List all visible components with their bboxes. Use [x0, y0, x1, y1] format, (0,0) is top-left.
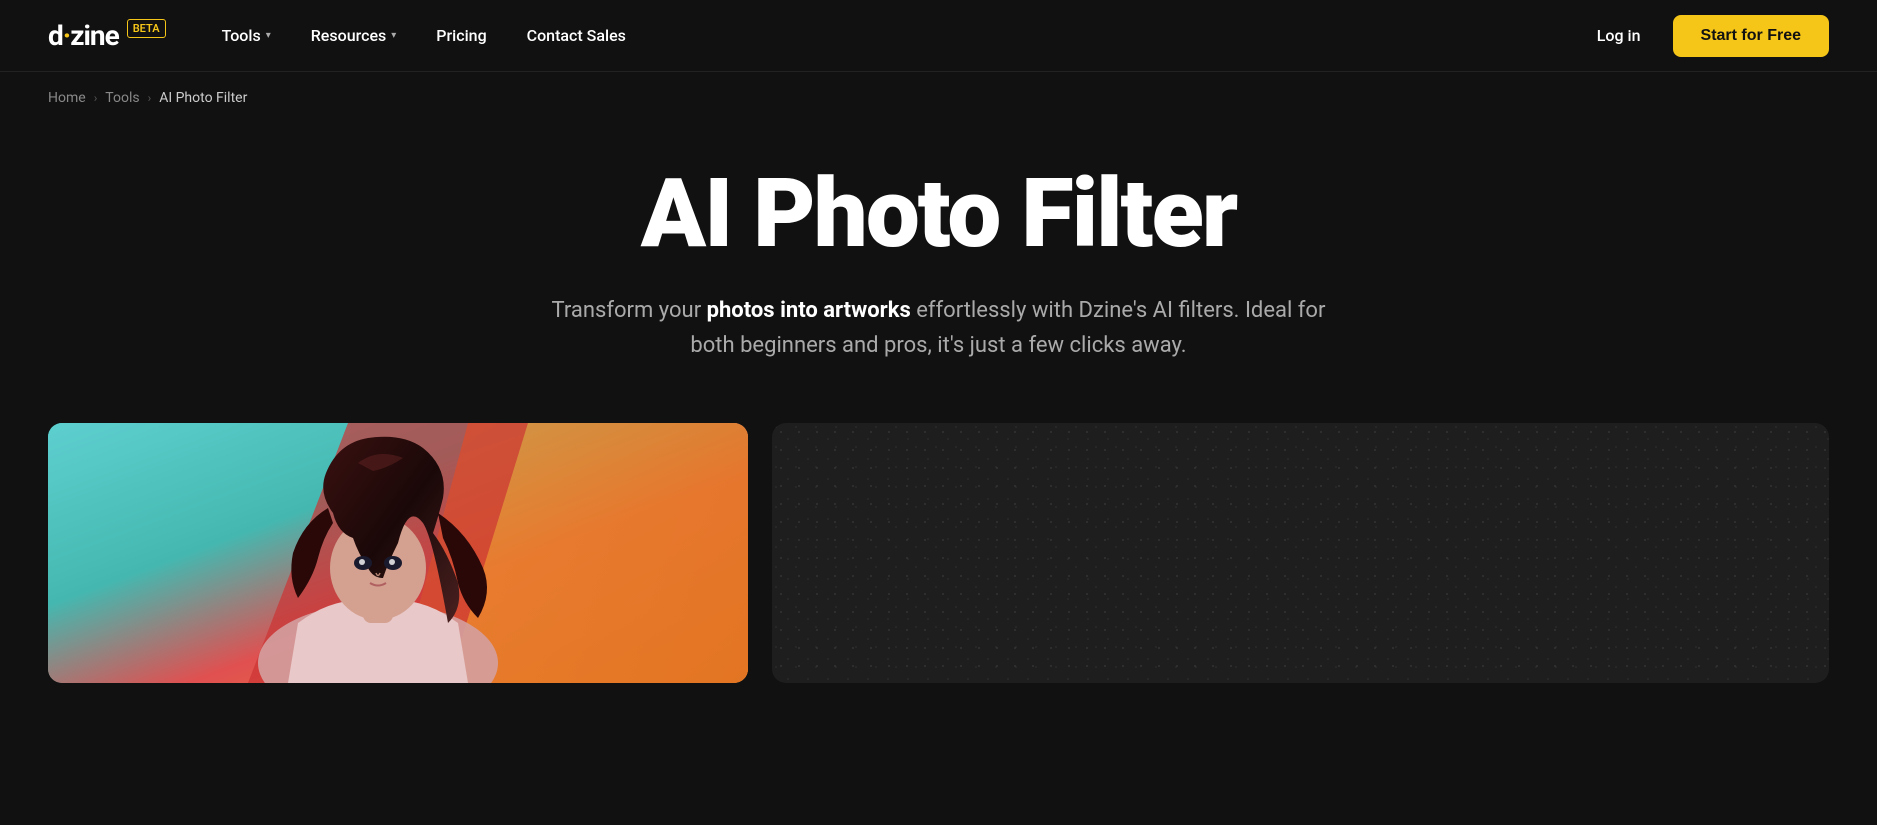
navbar-right: Log in Start for Free [1581, 15, 1829, 57]
nav-pricing-label: Pricing [436, 26, 486, 45]
images-row [0, 423, 1877, 683]
start-for-free-button[interactable]: Start for Free [1673, 15, 1829, 57]
breadcrumb: Home › Tools › AI Photo Filter [0, 72, 1877, 124]
navbar-left: d·zine BETA Tools ▾ Resources ▾ Pricing … [48, 18, 642, 53]
navbar: d·zine BETA Tools ▾ Resources ▾ Pricing … [0, 0, 1877, 72]
login-button[interactable]: Log in [1581, 18, 1657, 53]
dot-grid-background [772, 423, 1829, 683]
hero-section: AI Photo Filter Transform your photos in… [0, 124, 1877, 423]
chevron-down-icon: ▾ [266, 30, 271, 41]
logo-text: d·zine [48, 19, 119, 52]
chevron-right-icon: › [148, 91, 152, 105]
nav-contact-sales-label: Contact Sales [527, 26, 626, 45]
breadcrumb-tools[interactable]: Tools [105, 90, 139, 106]
anime-artwork-image [48, 423, 748, 683]
nav-tools[interactable]: Tools ▾ [206, 18, 287, 53]
nav-links: Tools ▾ Resources ▾ Pricing Contact Sale… [206, 18, 642, 53]
breadcrumb-home[interactable]: Home [48, 90, 86, 106]
hero-subtitle: Transform your photos into artworks effo… [529, 293, 1349, 363]
nav-resources-label: Resources [311, 26, 387, 45]
hero-subtitle-bold: photos into artworks [707, 298, 911, 323]
image-card-left [48, 423, 748, 683]
hero-title: AI Photo Filter [641, 164, 1236, 265]
nav-resources[interactable]: Resources ▾ [295, 18, 413, 53]
nav-tools-label: Tools [222, 26, 261, 45]
hero-subtitle-normal: Transform your [552, 298, 707, 323]
chevron-right-icon: › [94, 91, 98, 105]
nav-contact-sales[interactable]: Contact Sales [511, 18, 642, 53]
beta-badge: BETA [127, 19, 166, 38]
image-card-right [772, 423, 1829, 683]
chevron-down-icon: ▾ [391, 30, 396, 41]
nav-pricing[interactable]: Pricing [420, 18, 502, 53]
breadcrumb-current: AI Photo Filter [159, 90, 247, 106]
logo[interactable]: d·zine BETA [48, 19, 166, 52]
